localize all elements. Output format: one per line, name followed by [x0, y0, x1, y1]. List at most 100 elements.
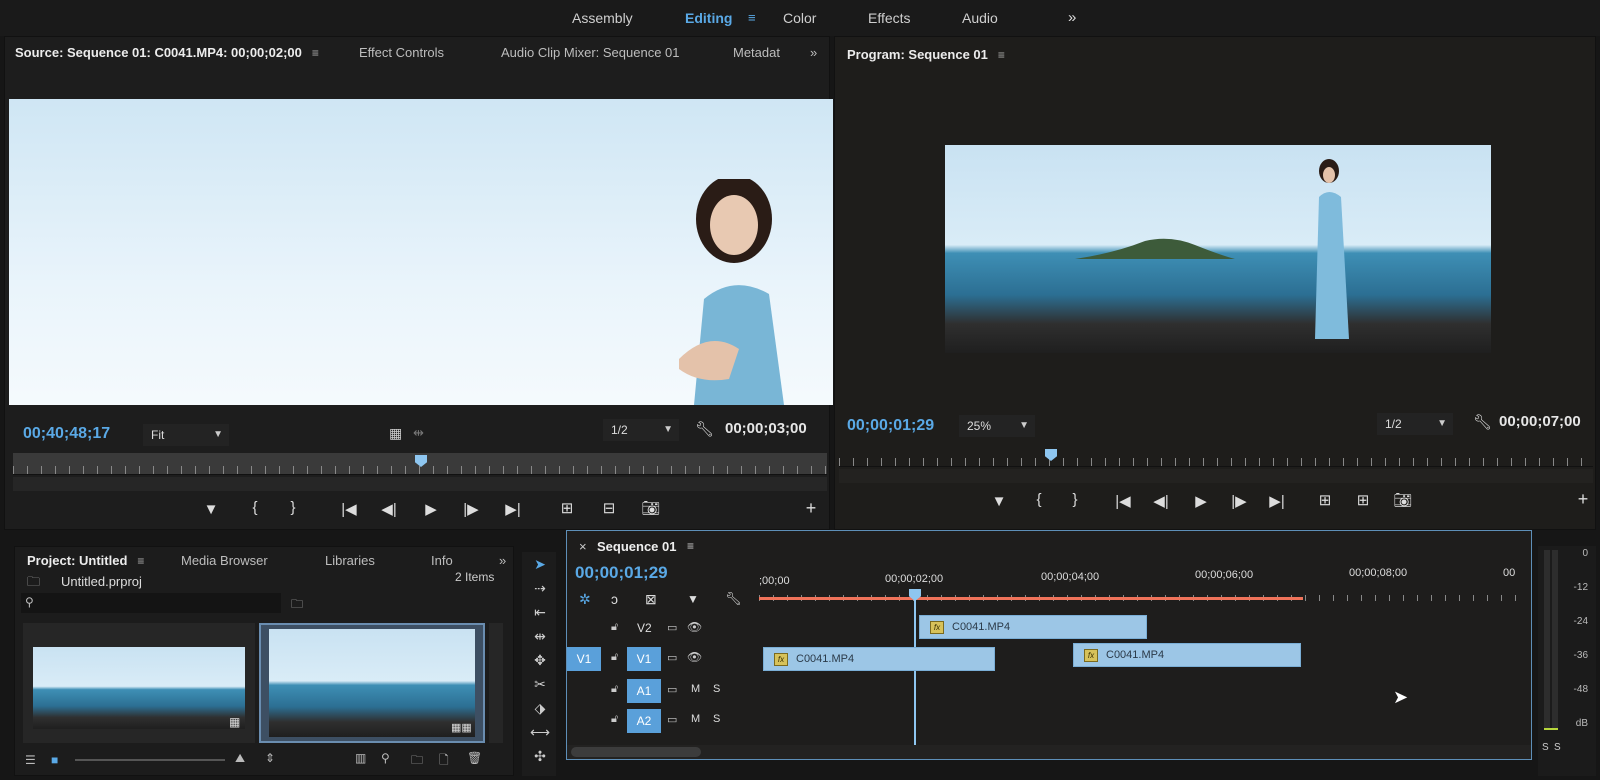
step-back-button[interactable]: ◀|	[1147, 492, 1175, 510]
solo-left-button[interactable]: S	[1542, 742, 1549, 753]
mute-button[interactable]: M	[691, 713, 700, 725]
wrench-icon[interactable]: 🔧︎	[725, 591, 742, 607]
trash-icon[interactable]: 🗑︎	[467, 751, 482, 765]
go-to-out-button[interactable]: ▶|	[499, 500, 527, 518]
snap-icon[interactable]: ✲	[579, 591, 591, 608]
tab-metadata[interactable]: Metadat	[733, 37, 780, 69]
menu-icon[interactable]: ≡	[998, 39, 1005, 71]
sync-lock-icon[interactable]: ▭	[667, 683, 677, 696]
go-to-in-button[interactable]: |◀	[1109, 492, 1137, 510]
tabs-more-icon[interactable]: »	[499, 547, 506, 575]
slide-tool-icon[interactable]: ⟷	[528, 724, 552, 746]
solo-button[interactable]: S	[713, 713, 720, 725]
source-timecode-current[interactable]: 00;40;48;17	[23, 425, 110, 443]
lock-icon[interactable]: 🔓︎	[611, 621, 618, 634]
tab-audio-clip-mixer[interactable]: Audio Clip Mixer: Sequence 01	[501, 37, 680, 69]
wrench-icon[interactable]: 🔧︎	[1473, 413, 1492, 431]
track-name[interactable]: A1	[627, 679, 661, 703]
drag-audio-icon[interactable]: ⇹	[413, 425, 424, 441]
go-to-in-button[interactable]: |◀	[335, 500, 363, 518]
razor-tool-icon[interactable]: ✂	[528, 676, 552, 698]
tab-source[interactable]: Source: Sequence 01: C0041.MP4: 00;00;02…	[15, 37, 319, 69]
project-scrollbar[interactable]	[489, 623, 503, 743]
tab-media-browser[interactable]: Media Browser	[181, 547, 268, 575]
eye-icon[interactable]: 👁︎	[687, 620, 702, 634]
program-zoom-dropdown[interactable]: 25% ▼	[959, 415, 1035, 437]
program-timecode-current[interactable]: 00;00;01;29	[847, 417, 934, 435]
lift-icon[interactable]: ⊞	[1311, 491, 1339, 509]
track-name[interactable]: V1	[627, 647, 661, 671]
slip-tool-icon[interactable]: ⬗	[528, 700, 552, 722]
program-scroll-bar[interactable]	[839, 469, 1593, 483]
sequence-title[interactable]: Sequence 01	[597, 539, 677, 554]
mark-in-button[interactable]: {	[1025, 491, 1053, 508]
workspace-assembly[interactable]: Assembly	[572, 10, 633, 26]
new-bin-icon[interactable]: 🗀︎	[291, 595, 303, 616]
new-item-icon[interactable]: 🗋︎	[439, 751, 449, 772]
source-time-ruler[interactable]	[13, 453, 827, 475]
timeline-clip[interactable]: fx C0041.MP4	[763, 647, 995, 671]
go-to-out-button[interactable]: ▶|	[1263, 492, 1291, 510]
mark-in-button[interactable]: {	[241, 499, 269, 516]
add-button[interactable]: +	[1569, 489, 1597, 510]
play-button[interactable]: ▶	[417, 500, 445, 518]
tabs-more-icon[interactable]: »	[810, 37, 817, 69]
timeline-clip[interactable]: fx C0041.MP4	[1073, 643, 1301, 667]
program-resolution-dropdown[interactable]: 1/2 ▼	[1377, 413, 1453, 435]
add-marker-button[interactable]: ▼	[197, 501, 225, 518]
project-item-thumbnail[interactable]: ▦	[23, 623, 255, 743]
step-forward-button[interactable]: |▶	[457, 500, 485, 518]
add-button[interactable]: +	[797, 498, 825, 519]
timeline-scrollbar[interactable]	[567, 745, 1531, 759]
tab-libraries[interactable]: Libraries	[325, 547, 375, 575]
play-button[interactable]: ▶	[1187, 492, 1215, 510]
automate-icon[interactable]: ▥	[355, 751, 366, 765]
selection-tool-icon[interactable]: ➤	[528, 556, 552, 578]
insert-icon[interactable]: ⊞	[553, 499, 581, 517]
lock-icon[interactable]: 🔓︎	[611, 713, 618, 726]
workspace-editing[interactable]: Editing	[685, 10, 732, 26]
source-patch-v1[interactable]: V1	[567, 647, 601, 671]
project-item-thumbnail[interactable]: ▦▦	[259, 623, 485, 743]
add-marker-icon[interactable]: ▼	[687, 592, 699, 606]
icon-view-icon[interactable]: ■	[51, 753, 58, 767]
nest-icon[interactable]: ⊠	[645, 591, 657, 608]
timeline-clip[interactable]: fx C0041.MP4	[919, 615, 1147, 639]
menu-icon[interactable]: ≡	[137, 547, 144, 575]
track-name[interactable]: A2	[627, 709, 661, 733]
linked-selection-icon[interactable]: ↄ	[611, 591, 618, 607]
mark-out-button[interactable]: }	[1061, 491, 1089, 508]
tab-info[interactable]: Info	[431, 547, 453, 575]
zoom-slider[interactable]	[75, 759, 225, 761]
rate-stretch-tool-icon[interactable]: ✥	[528, 652, 552, 674]
lock-icon[interactable]: 🔓︎	[611, 651, 618, 664]
overwrite-icon[interactable]: ⊟	[595, 499, 623, 517]
tab-program[interactable]: Program: Sequence 01 ≡	[847, 39, 1005, 71]
list-view-icon[interactable]: ☰	[25, 753, 36, 767]
tab-project[interactable]: Project: Untitled ≡	[27, 547, 144, 575]
add-marker-button[interactable]: ▼	[985, 493, 1013, 510]
eye-icon[interactable]: 👁︎	[687, 650, 702, 664]
track-select-tool-icon[interactable]: ⇢	[528, 580, 552, 602]
sync-lock-icon[interactable]: ▭	[667, 713, 677, 726]
workspace-menu-icon[interactable]: ≡	[748, 10, 756, 25]
camera-icon[interactable]: 📷︎	[637, 499, 665, 517]
program-time-ruler[interactable]	[839, 447, 1593, 467]
find-icon[interactable]: ⚲	[381, 751, 390, 765]
sort-icon[interactable]: ⛰	[235, 751, 245, 766]
timeline-ruler[interactable]: ;00;00 00;00;02;00 00;00;04;00 00;00;06;…	[759, 565, 1519, 605]
film-icon[interactable]: ▦	[389, 425, 402, 442]
workspace-audio[interactable]: Audio	[962, 10, 998, 26]
mark-out-button[interactable]: }	[279, 499, 307, 516]
scrollbar-thumb[interactable]	[571, 747, 701, 757]
wrench-icon[interactable]: 🔧︎	[695, 420, 714, 438]
menu-icon[interactable]: ≡	[312, 37, 319, 69]
source-resolution-dropdown[interactable]: 1/2 ▼	[603, 419, 679, 441]
close-icon[interactable]: ×	[579, 539, 587, 554]
sync-lock-icon[interactable]: ▭	[667, 651, 677, 664]
new-bin-icon[interactable]: 🗀︎	[411, 751, 423, 772]
workspace-effects[interactable]: Effects	[868, 10, 911, 26]
solo-right-button[interactable]: S	[1554, 742, 1561, 753]
camera-icon[interactable]: 📷︎	[1389, 491, 1417, 509]
source-zoom-dropdown[interactable]: Fit ▼	[143, 424, 229, 446]
